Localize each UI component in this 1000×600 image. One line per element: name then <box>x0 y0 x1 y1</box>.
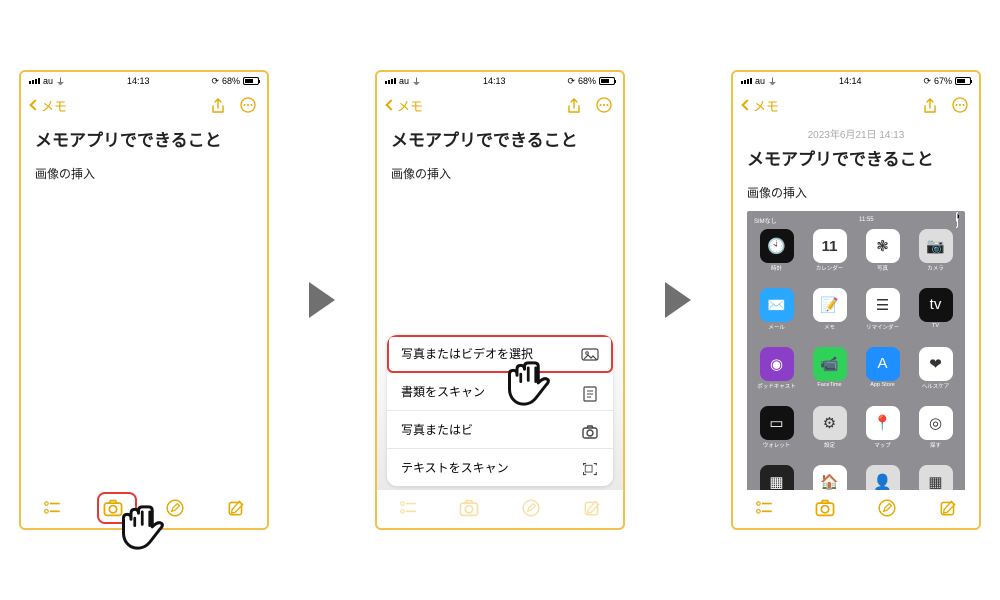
arrow-icon <box>309 282 335 318</box>
status-bar: au⏚ 14:13 ⟳68% <box>21 72 267 90</box>
note-body: 画像の挿入 <box>35 165 253 182</box>
more-icon[interactable] <box>951 96 969 114</box>
back-button[interactable]: メモ <box>743 96 779 115</box>
arrow-icon <box>665 282 691 318</box>
menu-scan-text[interactable]: テキストをスキャン <box>387 449 613 486</box>
phone-step-1: au⏚ 14:13 ⟳68% メモ メモアプリでできること 画像の挿入 <box>19 70 269 530</box>
app-icon: 📷カメラ <box>911 229 960 284</box>
app-icon: ◉ポッドキャスト <box>752 347 801 402</box>
app-icon: 📹FaceTime <box>805 347 854 402</box>
app-icon: 📍マップ <box>858 406 907 461</box>
menu-choose-photo[interactable]: 写真またはビデオを選択 <box>387 335 613 373</box>
toolbar <box>733 490 979 528</box>
note-content[interactable]: メモアプリでできること 画像の挿入 <box>21 120 267 490</box>
share-icon[interactable] <box>565 96 583 114</box>
signal-icon <box>385 78 396 84</box>
back-button[interactable]: メモ <box>387 96 423 115</box>
markup-button[interactable] <box>164 497 186 519</box>
menu-take-photo[interactable]: 写真またはビ <box>387 411 613 449</box>
app-icon: tvTV <box>911 288 960 343</box>
compose-button[interactable] <box>937 497 959 519</box>
nav-bar: メモ <box>377 90 623 120</box>
markup-button <box>520 497 542 519</box>
more-icon[interactable] <box>595 96 613 114</box>
checklist-button <box>397 497 419 519</box>
toolbar <box>21 490 267 528</box>
app-icon: 👤連絡先 <box>858 465 907 490</box>
nav-bar: メモ <box>21 90 267 120</box>
app-icon: ⚙設定 <box>805 406 854 461</box>
wifi-icon: ⏚ <box>56 75 65 88</box>
app-icon: ❃写真 <box>858 229 907 284</box>
app-icon: ✉️メール <box>752 288 801 343</box>
camera-menu-sheet: 写真またはビデオを選択 書類をスキャン 写真またはビ テキストをスキャン <box>387 335 613 486</box>
battery-icon <box>243 77 259 85</box>
app-icon: ◎探す <box>911 406 960 461</box>
status-bar: au⏚ 14:14 ⟳67% <box>733 72 979 90</box>
carrier-label: au <box>43 76 53 86</box>
chevron-left-icon <box>29 99 40 110</box>
camera-button[interactable] <box>102 497 124 519</box>
note-date: 2023年6月21日 14:13 <box>747 126 965 141</box>
app-icon: ▦ユーティリティ <box>911 465 960 490</box>
app-icon: 🕙時計 <box>752 229 801 284</box>
status-bar: au⏚ 14:13 ⟳68% <box>377 72 623 90</box>
share-icon[interactable] <box>209 96 227 114</box>
menu-scan-document[interactable]: 書類をスキャン <box>387 373 613 411</box>
compose-button <box>581 497 603 519</box>
app-icon: AApp Store <box>858 347 907 402</box>
checklist-button[interactable] <box>41 497 63 519</box>
camera-button[interactable] <box>814 497 836 519</box>
clock: 14:13 <box>483 76 506 86</box>
more-icon[interactable] <box>239 96 257 114</box>
clock: 14:14 <box>839 76 862 86</box>
signal-icon <box>29 78 40 84</box>
phone-step-3: au⏚ 14:14 ⟳67% メモ 2023年6月21日 14:13 メモアプリ… <box>731 70 981 530</box>
document-icon <box>581 385 599 399</box>
scan-icon <box>581 461 599 475</box>
app-icon: ▭ウォレット <box>752 406 801 461</box>
compose-button[interactable] <box>225 497 247 519</box>
clock: 14:13 <box>127 76 150 86</box>
nav-bar: メモ <box>733 90 979 120</box>
app-icon: 🏠ホーム <box>805 465 854 490</box>
camera-icon <box>581 423 599 437</box>
app-icon: ▦ショートカット <box>752 465 801 490</box>
inserted-image: SIMなし 11:55 🕙時計11カレンダー❃写真📷カメラ✉️メール📝メモ☰リマ… <box>747 211 965 490</box>
phone-step-2: au⏚ 14:13 ⟳68% メモ メモアプリでできること 画像の挿入 写真また… <box>375 70 625 530</box>
toolbar <box>377 490 623 528</box>
app-icon: ☰リマインダー <box>858 288 907 343</box>
app-icon: 11カレンダー <box>805 229 854 284</box>
note-content[interactable]: 2023年6月21日 14:13 メモアプリでできること 画像の挿入 SIMなし… <box>733 120 979 490</box>
share-icon[interactable] <box>921 96 939 114</box>
checklist-button[interactable] <box>753 497 775 519</box>
app-icon: ❤ヘルスケア <box>911 347 960 402</box>
battery-pct: 68% <box>222 76 240 86</box>
markup-button[interactable] <box>876 497 898 519</box>
photo-icon <box>581 347 599 361</box>
app-icon: 📝メモ <box>805 288 854 343</box>
back-button[interactable]: メモ <box>31 96 67 115</box>
back-label: メモ <box>41 96 67 115</box>
camera-button <box>458 497 480 519</box>
note-title: メモアプリでできること <box>35 126 253 151</box>
